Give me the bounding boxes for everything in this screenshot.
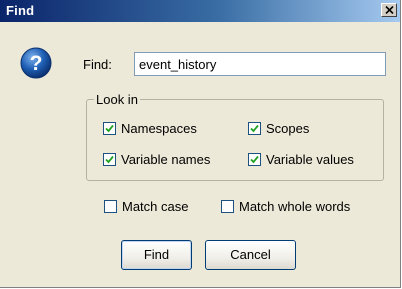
checkbox-box[interactable] [104, 200, 117, 213]
checkbox-box[interactable] [248, 153, 261, 166]
find-button[interactable]: Find [121, 240, 192, 270]
close-icon [385, 6, 394, 14]
checkbox-label: Match whole words [239, 199, 351, 214]
checkmark-icon [250, 124, 259, 133]
svg-text:?: ? [30, 52, 43, 75]
checkbox-namespaces[interactable]: Namespaces [103, 121, 197, 136]
window-title: Find [6, 3, 35, 18]
help-question-icon: ? [20, 47, 52, 79]
find-label: Find: [83, 57, 112, 72]
checkbox-label: Scopes [266, 121, 310, 136]
checkmark-icon [105, 155, 114, 164]
close-button[interactable] [381, 3, 397, 17]
title-bar[interactable]: Find [0, 0, 400, 22]
look-in-label: Look in [94, 92, 140, 107]
checkbox-scopes[interactable]: Scopes [248, 121, 309, 136]
checkbox-label: Match case [122, 199, 189, 214]
look-in-group [86, 99, 384, 181]
checkbox-box[interactable] [103, 153, 116, 166]
checkbox-match-whole-words[interactable]: Match whole words [221, 199, 350, 214]
find-dialog: Find ? Find: Look in Namespaces [0, 0, 401, 288]
checkbox-variable-names[interactable]: Variable names [103, 152, 210, 167]
checkbox-box[interactable] [248, 122, 261, 135]
checkbox-box[interactable] [103, 122, 116, 135]
checkbox-label: Namespaces [121, 121, 197, 136]
cancel-button[interactable]: Cancel [205, 240, 296, 270]
checkbox-label: Variable values [266, 152, 354, 167]
checkmark-icon [250, 155, 259, 164]
checkbox-box[interactable] [221, 200, 234, 213]
find-input[interactable] [134, 52, 386, 76]
checkbox-label: Variable names [121, 152, 211, 167]
checkmark-icon [105, 124, 114, 133]
checkbox-match-case[interactable]: Match case [104, 199, 188, 214]
checkbox-variable-values[interactable]: Variable values [248, 152, 354, 167]
